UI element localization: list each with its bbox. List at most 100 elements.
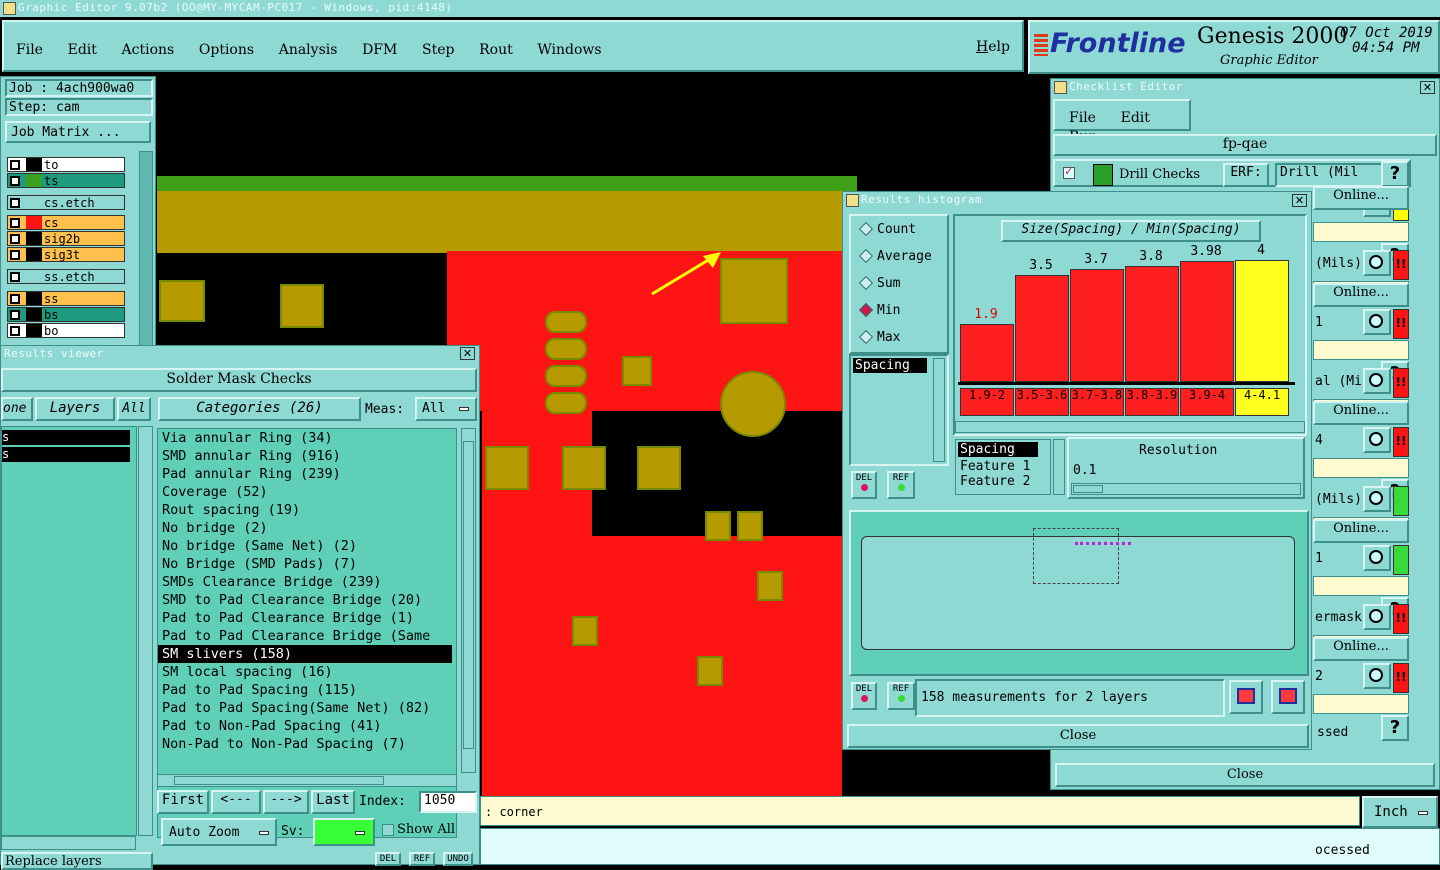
menu-edit[interactable]: Edit bbox=[68, 42, 97, 58]
feature-scrollbar[interactable] bbox=[1053, 439, 1065, 495]
category-item[interactable]: SM slivers (158) bbox=[158, 645, 452, 663]
auto-zoom-select[interactable]: Auto Zoom bbox=[161, 818, 277, 846]
menu-options[interactable]: Options bbox=[199, 42, 254, 58]
category-hscrollbar[interactable] bbox=[157, 774, 457, 787]
layer-row-6[interactable]: ss.etch bbox=[7, 269, 125, 284]
histogram-bar[interactable] bbox=[1180, 261, 1234, 382]
mode-max[interactable]: Max bbox=[858, 329, 900, 345]
layer-row-0[interactable]: to bbox=[7, 157, 125, 172]
feature-list[interactable]: Spacing Feature 1 Feature 2 bbox=[955, 439, 1051, 495]
layer-checkbox[interactable] bbox=[10, 234, 20, 244]
layer-row-9[interactable]: bo bbox=[7, 323, 125, 338]
measure-list[interactable]: Spacing bbox=[849, 354, 949, 466]
zoom-icon[interactable] bbox=[1363, 486, 1391, 512]
layer-checkbox[interactable] bbox=[10, 250, 20, 260]
category-scrollbar[interactable] bbox=[461, 428, 476, 773]
histogram-close-button[interactable]: Close bbox=[847, 724, 1309, 748]
checklist-menu-edit[interactable]: Edit bbox=[1121, 110, 1150, 126]
sv-color-select[interactable] bbox=[313, 818, 375, 846]
mode-sum[interactable]: Sum bbox=[858, 275, 900, 291]
category-item[interactable]: No Bridge (SMD Pads) (7) bbox=[158, 555, 456, 573]
left-list-scrollbar[interactable] bbox=[138, 426, 153, 836]
close-icon[interactable]: ✕ bbox=[460, 347, 475, 360]
list-item[interactable]: Feature 1 bbox=[956, 459, 1050, 474]
histogram-bar[interactable] bbox=[1235, 260, 1289, 382]
list-item[interactable]: s bbox=[2, 430, 130, 445]
zoom-icon[interactable] bbox=[1363, 309, 1391, 335]
category-item[interactable]: Pad to Pad Clearance Bridge (1) bbox=[158, 609, 456, 627]
tab-all[interactable]: All bbox=[117, 397, 151, 421]
layer-row-7[interactable]: ss bbox=[7, 291, 125, 306]
help-icon[interactable]: ? bbox=[1381, 161, 1409, 187]
histogram-bar[interactable] bbox=[1125, 266, 1179, 382]
prev-button[interactable]: <--- bbox=[211, 790, 261, 814]
checklist-menu-file[interactable]: File bbox=[1069, 110, 1096, 126]
online-button[interactable]: Online... bbox=[1313, 186, 1409, 210]
zoom-icon[interactable] bbox=[1363, 427, 1391, 453]
export-icon[interactable] bbox=[1229, 680, 1263, 714]
layer-checkbox[interactable] bbox=[10, 198, 20, 208]
layer-checkbox[interactable] bbox=[10, 272, 20, 282]
meas-select[interactable]: All bbox=[415, 397, 477, 421]
list-item[interactable]: Spacing bbox=[958, 442, 1038, 457]
zoom-icon[interactable] bbox=[1363, 368, 1391, 394]
layer-row-1[interactable]: ts bbox=[7, 173, 125, 188]
histogram-bar[interactable] bbox=[960, 324, 1014, 382]
list-item[interactable]: Spacing bbox=[853, 358, 927, 373]
category-item[interactable]: Pad to Pad Spacing (115) bbox=[158, 681, 456, 699]
tab-categories[interactable]: Categories (26) bbox=[158, 397, 361, 421]
layer-checkbox[interactable] bbox=[10, 176, 20, 186]
replace-layers-button[interactable]: Replace layers bbox=[1, 852, 153, 870]
last-button[interactable]: Last bbox=[311, 790, 355, 814]
menu-dfm[interactable]: DFM bbox=[362, 42, 397, 58]
layer-checkbox[interactable] bbox=[10, 218, 20, 228]
category-item[interactable]: Non-Pad to Non-Pad Spacing (7) bbox=[158, 735, 456, 753]
menu-windows[interactable]: Windows bbox=[537, 42, 601, 58]
bin-label[interactable]: 3.8-3.9 bbox=[1125, 388, 1179, 416]
tab-layers[interactable]: Layers bbox=[35, 397, 115, 421]
menu-file[interactable]: File bbox=[16, 42, 43, 58]
histogram-bar[interactable] bbox=[1070, 269, 1124, 382]
checklist-close-button[interactable]: Close bbox=[1055, 763, 1435, 787]
bin-label[interactable]: 3.5-3.6 bbox=[1015, 388, 1069, 416]
resolution-slider[interactable] bbox=[1071, 483, 1301, 495]
undo-button[interactable]: UNDO bbox=[443, 852, 473, 866]
first-button[interactable]: First bbox=[157, 790, 209, 814]
category-item[interactable]: Pad to Pad Spacing(Same Net) (82) bbox=[158, 699, 456, 717]
mode-count[interactable]: Count bbox=[858, 221, 916, 237]
help-icon[interactable]: ? bbox=[1381, 715, 1409, 741]
category-item[interactable]: No bridge (2) bbox=[158, 519, 456, 537]
bin-label[interactable]: 3.7-3.8 bbox=[1070, 388, 1124, 416]
category-item[interactable]: Coverage (52) bbox=[158, 483, 456, 501]
category-item[interactable]: Pad to Non-Pad Spacing (41) bbox=[158, 717, 456, 735]
list-item[interactable]: Feature 2 bbox=[956, 474, 1050, 489]
job-matrix-button[interactable]: Job Matrix ... bbox=[5, 121, 151, 143]
layer-row-8[interactable]: bs bbox=[7, 307, 125, 322]
layer-row-4[interactable]: sig2b bbox=[7, 231, 125, 246]
close-icon[interactable]: ✕ bbox=[1292, 194, 1307, 207]
zoom-icon[interactable] bbox=[1363, 663, 1391, 689]
zoom-icon[interactable] bbox=[1363, 604, 1391, 630]
measure-scrollbar[interactable] bbox=[933, 358, 945, 462]
layer-scrollbar[interactable] bbox=[139, 151, 153, 347]
left-hscrollbar[interactable] bbox=[1, 836, 136, 850]
hist-ref-button-top[interactable]: REF bbox=[887, 471, 915, 499]
online-button[interactable]: Online... bbox=[1313, 519, 1409, 543]
menu-actions[interactable]: Actions bbox=[122, 42, 175, 58]
scroll-thumb[interactable] bbox=[463, 441, 474, 749]
mode-average[interactable]: Average bbox=[858, 248, 932, 264]
menu-step[interactable]: Step bbox=[422, 42, 454, 58]
histogram-bar[interactable] bbox=[1015, 275, 1069, 382]
index-input[interactable]: 1050 bbox=[419, 791, 477, 813]
chart-hscrollbar[interactable] bbox=[955, 421, 1305, 433]
import-icon[interactable] bbox=[1271, 680, 1305, 714]
category-item[interactable]: SMDs Clearance Bridge (239) bbox=[158, 573, 456, 591]
list-item[interactable]: s bbox=[2, 447, 130, 462]
close-icon[interactable]: ✕ bbox=[1420, 81, 1435, 94]
command-bar[interactable] bbox=[480, 828, 1440, 865]
category-item[interactable]: No bridge (Same Net) (2) bbox=[158, 537, 456, 555]
category-item[interactable]: Via annular Ring (34) bbox=[158, 429, 456, 447]
category-item[interactable]: SMD to Pad Clearance Bridge (20) bbox=[158, 591, 456, 609]
layer-row-2[interactable]: cs.etch bbox=[7, 195, 125, 210]
check-icon[interactable]: ✓ bbox=[1063, 164, 1075, 179]
